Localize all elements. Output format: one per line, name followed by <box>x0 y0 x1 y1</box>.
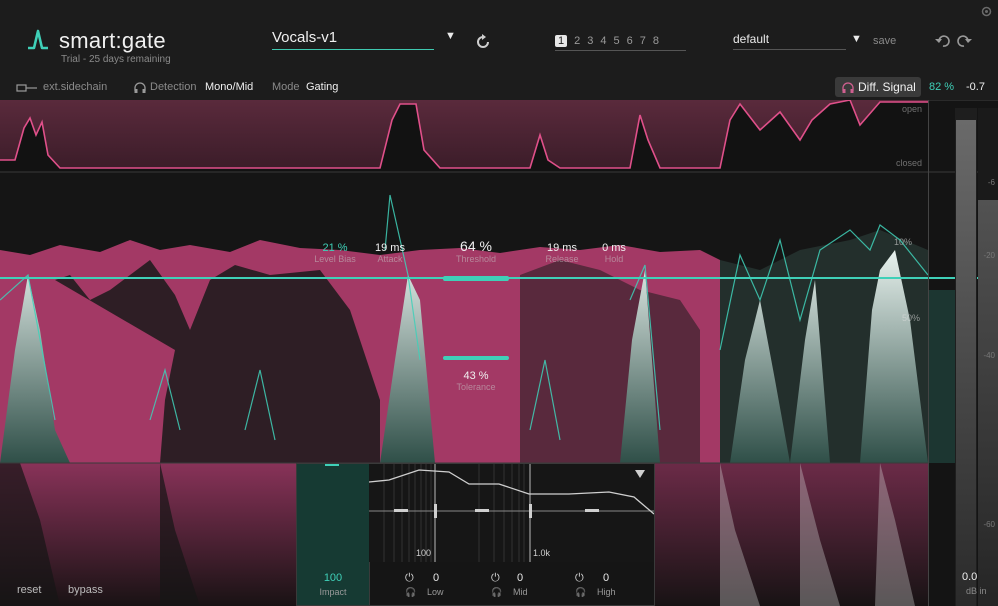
sidechain-plug-icon <box>16 84 37 92</box>
eq-freq-1k: 1.0k <box>533 548 551 558</box>
save-button[interactable]: save <box>873 35 896 47</box>
envelope-open-label: open <box>902 104 922 114</box>
meter-mark-10: 10% <box>894 237 913 247</box>
impact-handle[interactable] <box>325 464 339 466</box>
input-level-value: 0.0 <box>962 571 978 583</box>
tolerance-control[interactable]: 43 % Tolerance <box>446 370 506 392</box>
sidechain-toggle[interactable]: ext.sidechain <box>43 81 107 93</box>
impact-label: Impact <box>319 587 347 597</box>
eq-mid-node[interactable] <box>475 509 489 512</box>
mix-value[interactable]: 82 % <box>929 81 954 93</box>
eq-freq-100: 100 <box>416 548 431 558</box>
trial-notice: Trial - 25 days remaining <box>61 54 171 65</box>
slot-4[interactable]: 4 <box>600 35 606 47</box>
input-level-label: dB in <box>966 586 987 596</box>
profile-dropdown-icon[interactable]: ▼ <box>851 33 862 45</box>
attack-control[interactable]: 19 ms Attack <box>365 242 415 264</box>
tolerance-value: 43 % <box>463 370 489 382</box>
eq-high-node[interactable] <box>585 509 599 512</box>
eq-curve-graph[interactable]: 100 1.0k <box>369 464 654 562</box>
low-headphones-icon[interactable]: 🎧 <box>405 587 416 598</box>
tolerance-handle[interactable] <box>443 356 509 360</box>
profile-name: default <box>733 32 770 46</box>
preset-selector[interactable]: Vocals-v1 <box>272 29 434 50</box>
gate-output-meter <box>929 290 955 463</box>
hold-label: Hold <box>604 254 624 264</box>
input-meter-fill <box>956 120 976 606</box>
eq-low-node[interactable] <box>394 509 408 512</box>
smart-logo-icon <box>28 29 48 50</box>
envelope-closed-label: closed <box>896 158 922 168</box>
diff-signal-button[interactable]: Diff. Signal <box>835 77 921 97</box>
level-bias-value: 21 % <box>322 242 348 254</box>
attack-value: 19 ms <box>375 242 405 254</box>
high-value: 0 <box>603 572 610 584</box>
input-meter-tick-6: -6 <box>988 178 996 187</box>
meter-mark-50: 50% <box>902 313 921 323</box>
redo-icon[interactable] <box>955 33 973 49</box>
detection-label: Detection <box>150 81 197 93</box>
high-label: High <box>597 587 616 597</box>
slot-8[interactable]: 8 <box>653 35 659 47</box>
threshold-label: Threshold <box>455 254 497 264</box>
high-power-icon[interactable]: ⏻ <box>575 572 584 585</box>
level-bias-label: Level Bias <box>314 254 356 264</box>
slot-6[interactable]: 6 <box>627 35 633 47</box>
slot-5[interactable]: 5 <box>614 35 620 47</box>
mode-value[interactable]: Gating <box>306 81 338 93</box>
preset-name: Vocals-v1 <box>272 29 338 46</box>
undo-icon[interactable] <box>934 33 952 49</box>
impact-value[interactable]: 100 <box>297 572 369 584</box>
threshold-value: 64 % <box>460 238 492 254</box>
output-gain-value[interactable]: -0.7 <box>966 81 985 93</box>
diff-signal-label: Diff. Signal <box>858 80 916 94</box>
settings-gear-icon[interactable] <box>980 5 993 18</box>
threshold-handle[interactable] <box>443 276 509 281</box>
mode-label: Mode <box>272 81 300 93</box>
input-meter-tick-60: -60 <box>983 520 995 529</box>
level-bias-control[interactable]: 21 % Level Bias <box>310 242 360 264</box>
attack-label: Attack <box>377 254 403 264</box>
bypass-button[interactable]: bypass <box>68 584 103 596</box>
low-power-icon[interactable]: ⏻ <box>405 572 414 585</box>
slot-1[interactable]: 1 <box>555 35 568 47</box>
preset-dropdown-icon[interactable]: ▼ <box>445 30 456 42</box>
refresh-icon[interactable] <box>474 33 492 51</box>
preset-slots: 1 2 3 4 5 6 7 8 <box>555 32 686 51</box>
detection-value[interactable]: Mono/Mid <box>205 81 253 93</box>
mid-value: 0 <box>517 572 524 584</box>
release-label: Release <box>545 254 579 264</box>
high-headphones-icon[interactable]: 🎧 <box>575 587 586 598</box>
hold-control[interactable]: 0 ms Hold <box>589 242 639 264</box>
input-meter-tick-20: -20 <box>983 251 995 260</box>
reset-button[interactable]: reset <box>17 584 41 596</box>
impact-section: 100 Impact <box>297 464 370 605</box>
diff-headphones-icon <box>842 82 854 93</box>
mid-power-icon[interactable]: ⏻ <box>491 572 500 585</box>
release-control[interactable]: 19 ms Release <box>537 242 587 264</box>
mid-headphones-icon[interactable]: 🎧 <box>491 587 502 598</box>
input-meter-tick-40: -40 <box>983 351 995 360</box>
eq-low-mid-divider[interactable] <box>434 504 437 518</box>
slot-7[interactable]: 7 <box>640 35 646 47</box>
slot-3[interactable]: 3 <box>587 35 593 47</box>
profile-selector[interactable]: default <box>733 32 846 50</box>
low-label: Low <box>427 587 444 597</box>
tolerance-label: Tolerance <box>456 382 496 392</box>
sidechain-eq-panel: 100 Impact 100 1.0k ⏻ 0 🎧 Low ⏻ 0 🎧 Mid … <box>296 463 655 606</box>
eq-mid-high-divider[interactable] <box>529 504 532 518</box>
hold-value: 0 ms <box>602 242 626 254</box>
app-title: smart:gate <box>59 28 166 53</box>
header-bar: smart:gate Trial - 25 days remaining Voc… <box>0 0 998 76</box>
mid-label: Mid <box>513 587 528 597</box>
low-value: 0 <box>433 572 440 584</box>
release-value: 19 ms <box>547 242 577 254</box>
threshold-control[interactable]: 64 % Threshold <box>446 238 506 264</box>
slot-2[interactable]: 2 <box>574 35 580 47</box>
headphones-icon[interactable] <box>134 82 146 93</box>
